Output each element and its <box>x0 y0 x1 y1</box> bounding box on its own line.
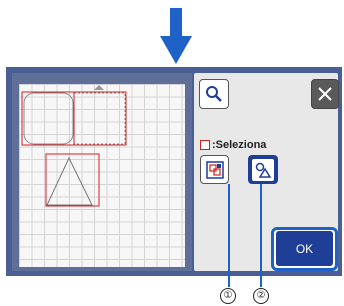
select-all-icon <box>205 160 224 179</box>
selection-box-1 <box>21 91 75 146</box>
select-single-button[interactable] <box>248 155 278 184</box>
select-label: :Seleziona <box>212 139 267 151</box>
rounded-square-shape <box>23 92 74 145</box>
callout-number-2: ② <box>253 288 269 304</box>
search-button[interactable] <box>199 79 229 109</box>
select-single-icon <box>255 162 272 178</box>
callout-line-1 <box>228 184 230 287</box>
selection-box-3 <box>45 153 100 207</box>
down-arrow-icon <box>160 8 192 64</box>
select-legend: :Seleziona <box>200 139 266 151</box>
callout-line-2 <box>260 184 262 287</box>
magnifier-icon <box>206 86 222 102</box>
selection-box-2 <box>73 91 127 146</box>
close-button[interactable] <box>311 79 339 109</box>
mat-shapes <box>21 91 127 207</box>
wavy-square-shape <box>73 92 126 145</box>
ok-button[interactable]: OK <box>276 231 333 266</box>
close-icon <box>318 87 332 101</box>
callout-number-1: ① <box>220 288 236 304</box>
selection-square-icon <box>200 140 210 150</box>
triangle-shape <box>46 156 93 206</box>
select-all-button[interactable] <box>200 155 229 184</box>
select-single-icon-frame <box>252 158 274 181</box>
